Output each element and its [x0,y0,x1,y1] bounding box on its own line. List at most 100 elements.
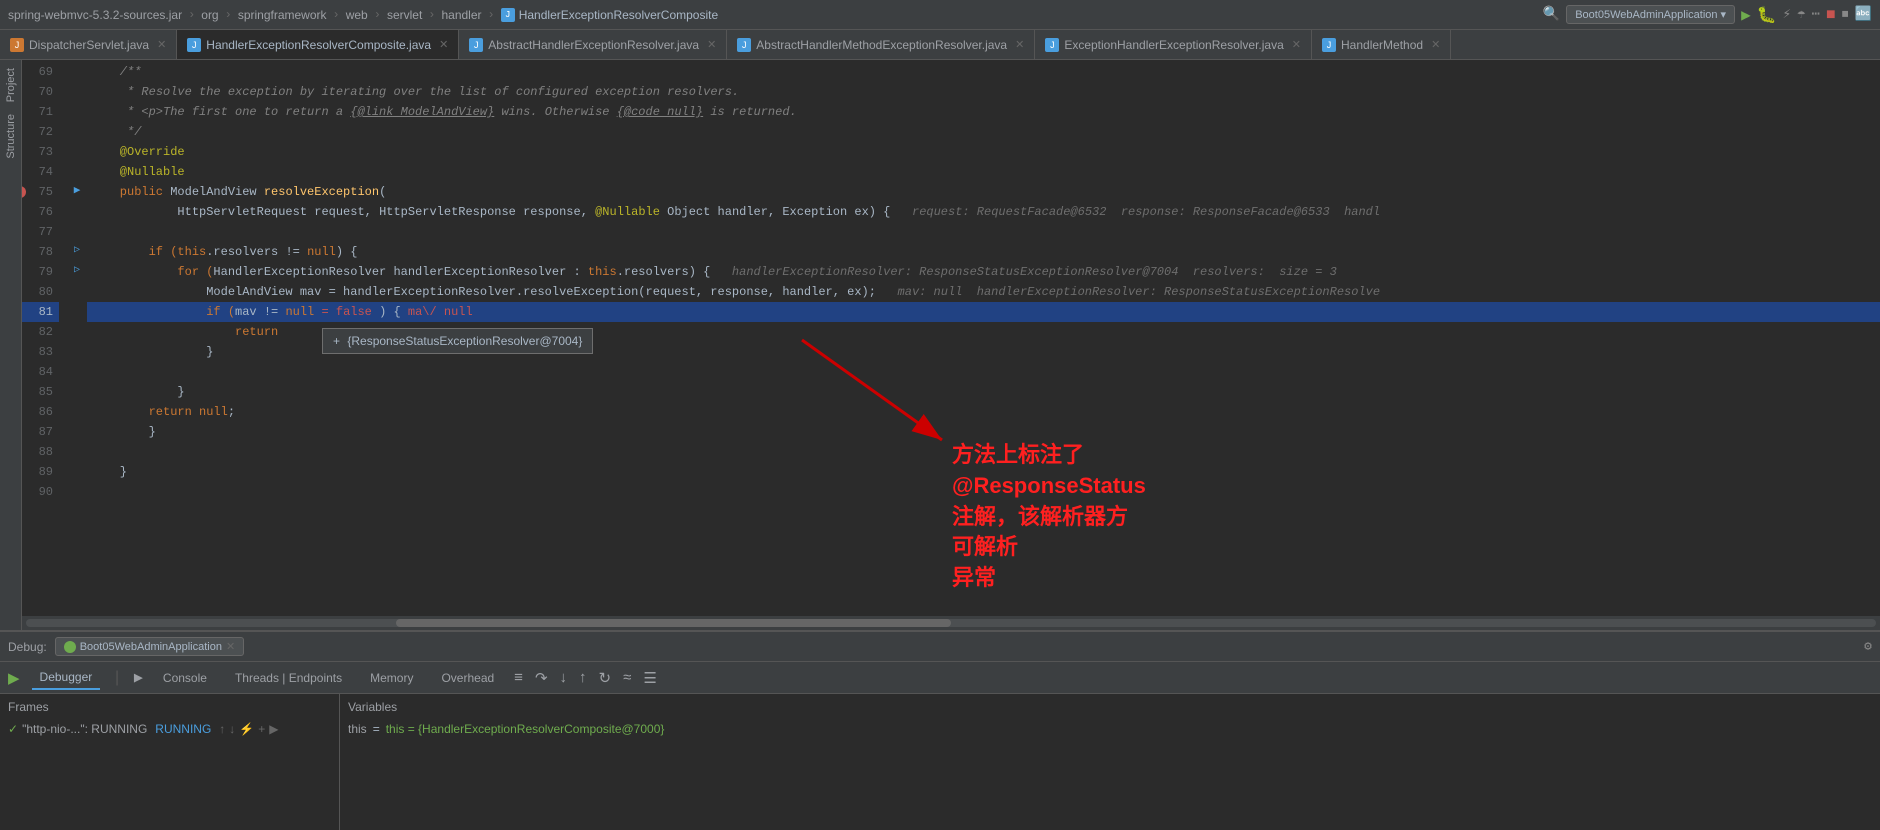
line-num-79: 79 [22,262,59,282]
line-num-71: 71 [22,102,59,122]
breadcrumb-class: HandlerExceptionResolverComposite [519,8,718,22]
run-to-cursor-button[interactable]: ↻ [599,669,612,687]
debug-app-name: Boot05WebAdminApplication [80,641,222,653]
tab-handler-method[interactable]: J HandlerMethod ✕ [1312,30,1451,59]
coverage-button[interactable]: ☂ [1797,6,1805,23]
scrollbar-track[interactable] [26,619,1876,627]
frame-down-button[interactable]: ↓ [229,722,235,736]
debug-tab-close[interactable]: ✕ [226,640,235,653]
line-num-81: 81 [22,302,59,322]
debug-title: Debug: [8,640,47,654]
debug-button[interactable]: 🐛 [1757,5,1777,25]
restore-layout-button[interactable]: ≡ [514,669,523,686]
main-area: Project Structure 69 70 71 72 73 74 75 7… [0,60,1880,630]
line-num-85: 85 [22,382,59,402]
gutter-78: ▷ [67,240,87,260]
sidebar-structure[interactable]: Structure [3,110,19,163]
tab-icon-exception: J [1045,38,1059,52]
stop2-button[interactable]: ⏹ [1842,7,1849,23]
frame-filter-button[interactable]: ⚡ [239,722,254,736]
line-num-82: 82 [22,322,59,342]
tab-handler-composite[interactable]: J HandlerExceptionResolverComposite.java… [177,30,459,59]
code-line-71: * <p>The first one to return a {@link Mo… [87,102,1880,122]
line-num-80: 80 [22,282,59,302]
debug-header: Debug: Boot05WebAdminApplication ✕ ⚙ [0,632,1880,662]
gutter-85 [67,380,87,400]
line-num-78: 78 [22,242,59,262]
gutter-89 [67,460,87,480]
debug-tab-console[interactable]: Console [155,667,215,689]
scrollbar-thumb[interactable] [396,619,951,627]
breakpoint-75 [22,186,26,198]
search-icon[interactable]: 🔍 [1543,6,1560,23]
stop-button[interactable]: ■ [1826,6,1836,24]
translate-icon[interactable]: 🔤 [1855,6,1872,23]
line-num-86: 86 [22,402,59,422]
tab-close-dispatcher[interactable]: ✕ [157,38,166,51]
frames-header: Frames [4,698,335,716]
gutter-87 [67,420,87,440]
tab-close-composite[interactable]: ✕ [439,38,448,51]
code-line-76: HttpServletRequest request, HttpServletR… [87,202,1880,222]
frame-up-button[interactable]: ↑ [219,722,225,736]
tab-icon-abstract: J [469,38,483,52]
step-out-button[interactable]: ↑ [579,669,587,686]
frame-play-button[interactable]: ▶ [269,722,278,736]
sidebar-project[interactable]: Project [3,64,19,106]
gutter: ▶ ▷ ▷ [67,60,87,630]
tab-abstract-method[interactable]: J AbstractHandlerMethodExceptionResolver… [727,30,1035,59]
console-icon[interactable]: ▶ [134,668,143,687]
debug-tab-threads[interactable]: Threads | Endpoints [227,667,350,689]
step-into-button[interactable]: ↓ [560,669,568,686]
code-line-70: * Resolve the exception by iterating ove… [87,82,1880,102]
tab-exception-handler[interactable]: J ExceptionHandlerExceptionResolver.java… [1035,30,1312,59]
tab-close-method[interactable]: ✕ [1015,38,1024,51]
editor-area[interactable]: 69 70 71 72 73 74 75 76 77 78 79 80 81 8… [22,60,1880,630]
top-bar: spring-webmvc-5.3.2-sources.jar › org › … [0,0,1880,30]
frame-text: "http-nio-...": RUNNING [22,722,147,736]
tab-abstract-handler[interactable]: J AbstractHandlerExceptionResolver.java … [459,30,727,59]
gutter-79: ▷ [67,260,87,280]
gutter-76 [67,200,87,220]
watches-button[interactable]: ☰ [643,669,656,687]
run-button[interactable]: ▶ [1741,5,1751,25]
debug-tab-memory[interactable]: Memory [362,667,421,689]
var-value-this: this = {HandlerExceptionResolverComposit… [386,722,665,736]
tab-close-exception[interactable]: ✕ [1292,38,1301,51]
tooltip-popup: + {ResponseStatusExceptionResolver@7004} [322,328,593,354]
tab-close-hm[interactable]: ✕ [1431,38,1440,51]
tab-close-abstract[interactable]: ✕ [707,38,716,51]
breadcrumb-org: org [201,8,218,22]
tab-icon-hm: J [1322,38,1336,52]
var-item-this[interactable]: this = this = {HandlerExceptionResolverC… [344,720,1876,738]
line-num-72: 72 [22,122,59,142]
horizontal-scrollbar[interactable] [22,616,1880,630]
tab-dispatcher[interactable]: J DispatcherServlet.java ✕ [0,30,177,59]
gutter-83 [67,340,87,360]
debug-tab-overhead[interactable]: Overhead [433,667,502,689]
expand-icon-79[interactable]: ▷ [74,264,80,276]
debug-tab-debugger[interactable]: Debugger [32,666,101,690]
gutter-88 [67,440,87,460]
line-numbers: 69 70 71 72 73 74 75 76 77 78 79 80 81 8… [22,60,67,630]
step-over-button[interactable]: ↷ [535,669,548,687]
more-button[interactable]: ⋯ [1812,6,1820,23]
debug-app-icon [64,641,76,653]
frame-add-button[interactable]: + [258,722,265,736]
frame-item[interactable]: ✓ "http-nio-...": RUNNING RUNNING ↑ ↓ ⚡ … [4,720,335,738]
variables-panel: Variables this = this = {HandlerExceptio… [340,694,1880,830]
settings-icon[interactable]: ⚙ [1864,639,1872,654]
expand-icon-78[interactable]: ▷ [74,244,80,256]
code-line-73: @Override [87,142,1880,162]
frames-panel: Frames ✓ "http-nio-...": RUNNING RUNNING… [0,694,340,830]
code-line-79: for (HandlerExceptionResolver handlerExc… [87,262,1880,282]
attach-button[interactable]: ⚡ [1783,6,1791,23]
toolbar-right: 🔍 Boot05WebAdminApplication ▾ ▶ 🐛 ⚡ ☂ ⋯ … [1543,5,1872,25]
code-line-80: ModelAndView mav = handlerExceptionResol… [87,282,1880,302]
tooltip-text: {ResponseStatusExceptionResolver@7004} [347,334,582,348]
evaluate-button[interactable]: ≈ [623,669,631,686]
run-config-selector[interactable]: Boot05WebAdminApplication ▾ [1566,5,1735,24]
resume-button[interactable]: ▶ [8,669,20,687]
debug-app-tab[interactable]: Boot05WebAdminApplication ✕ [55,637,245,656]
line-num-83: 83 [22,342,59,362]
